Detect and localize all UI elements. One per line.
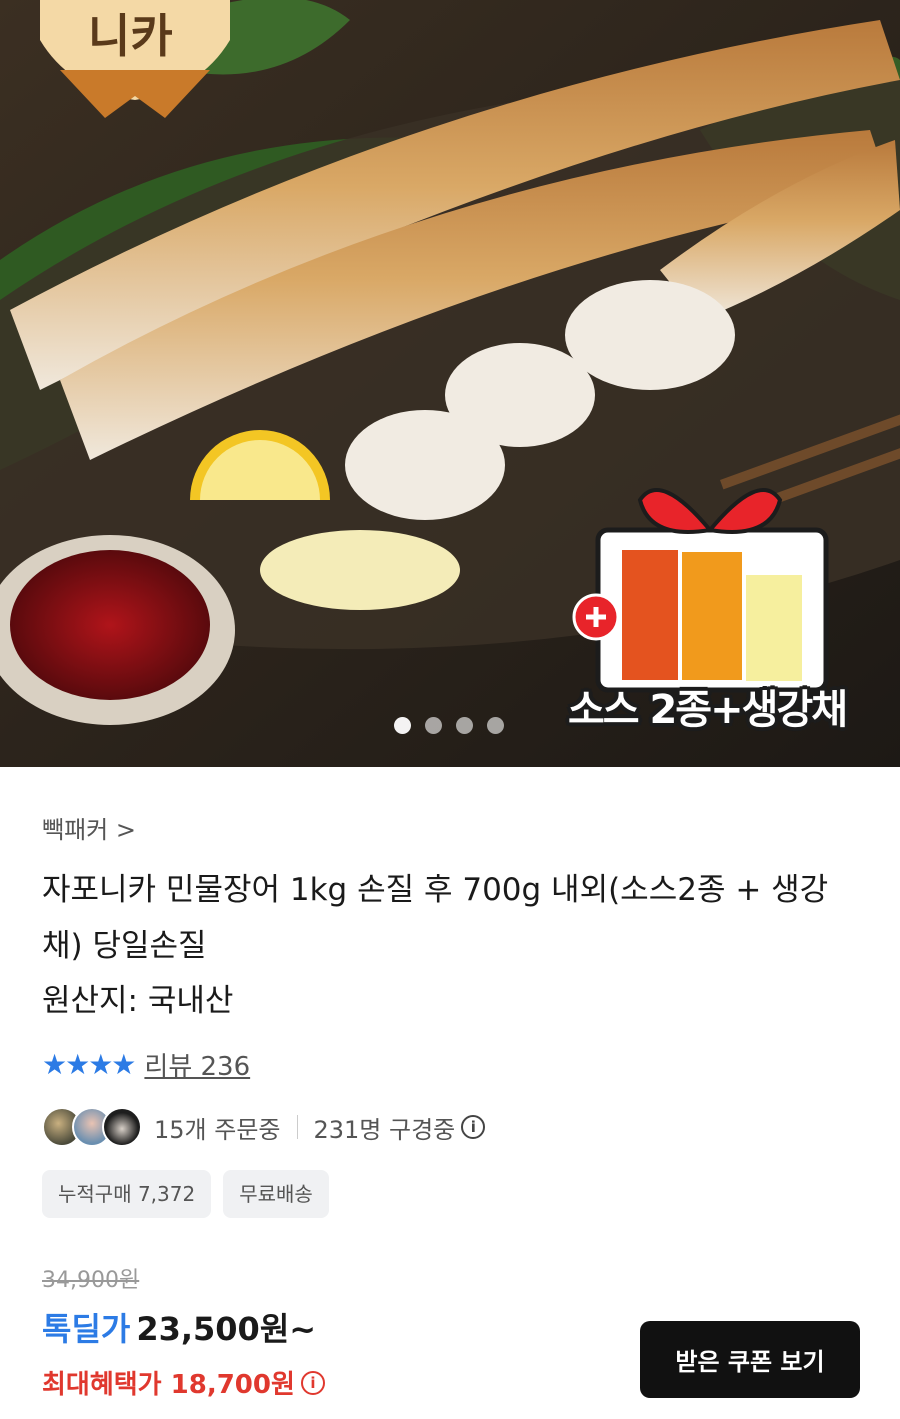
product-photo bbox=[0, 0, 900, 767]
max-benefit-price-text: 최대혜택가 18,700원 bbox=[42, 1370, 295, 1400]
view-coupons-button[interactable]: 받은 쿠폰 보기 bbox=[640, 1321, 860, 1398]
star-rating-icon: ★★★★ bbox=[42, 1048, 136, 1081]
product-title: 자포니카 민물장어 1kg 손질 후 700g 내외(소스2종 + 생강채) 당… bbox=[42, 872, 829, 964]
info-icon[interactable]: i bbox=[461, 1115, 486, 1139]
product-origin: 원산지: 국내산 bbox=[42, 983, 234, 1019]
carousel-indicator bbox=[394, 717, 504, 734]
info-icon[interactable]: i bbox=[300, 1370, 325, 1395]
free-shipping-chip: 무료배송 bbox=[223, 1170, 329, 1218]
social-proof-row: 15개 주문중 231명 구경중 i bbox=[42, 1106, 486, 1148]
max-benefit-price: 최대혜택가 18,700원 i bbox=[42, 1364, 325, 1401]
brand-badge: 니카 bbox=[88, 9, 173, 63]
product-chips: 누적구매 7,372 무료배송 bbox=[42, 1170, 329, 1218]
cumulative-purchase-chip: 누적구매 7,372 bbox=[42, 1170, 212, 1218]
original-price: 34,900원 bbox=[42, 1268, 140, 1293]
carousel-dot[interactable] bbox=[456, 717, 473, 734]
seller-link[interactable]: 빽패커 > bbox=[42, 810, 136, 845]
deal-price: 톡딜가 23,500원~ bbox=[42, 1304, 316, 1350]
divider bbox=[296, 1115, 298, 1139]
carousel-dot[interactable] bbox=[394, 717, 411, 734]
buyer-avatars bbox=[42, 1107, 142, 1147]
carousel-dot[interactable] bbox=[487, 717, 504, 734]
rating-row: ★★★★ 리뷰 236 bbox=[42, 1046, 250, 1083]
carousel-dot[interactable] bbox=[425, 717, 442, 734]
deal-price-label: 톡딜가 bbox=[42, 1310, 131, 1348]
avatar bbox=[102, 1107, 142, 1147]
viewers-count: 231명 구경중 bbox=[313, 1115, 456, 1144]
deal-price-value: 23,500원~ bbox=[136, 1310, 317, 1348]
review-link[interactable]: 리뷰 236 bbox=[144, 1046, 250, 1083]
orders-count: 15개 주문중 bbox=[154, 1115, 281, 1144]
promo-gift-label: 소스 2종+생강채 bbox=[567, 687, 848, 733]
product-image-carousel[interactable]: 니카 소스 2종+생강채 bbox=[0, 0, 900, 767]
